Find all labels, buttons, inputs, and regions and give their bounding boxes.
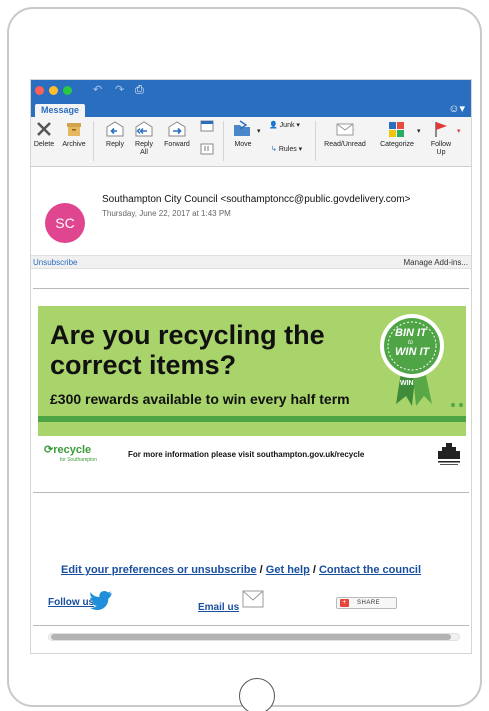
share-plus-icon: + bbox=[340, 599, 349, 607]
delete-label: Delete bbox=[33, 141, 55, 148]
move-button[interactable]: Move bbox=[229, 119, 257, 149]
share-label: SHARE bbox=[357, 600, 381, 606]
tab-message[interactable]: Message bbox=[35, 104, 86, 118]
print-icon[interactable]: ⎙ bbox=[135, 83, 144, 97]
rules-icon: ↳ bbox=[271, 146, 277, 153]
categorize-button[interactable]: Categorize bbox=[374, 119, 420, 149]
bin-it-win-it-badge-icon: WIN bbox=[380, 314, 444, 406]
get-help-link[interactable]: Get help bbox=[266, 564, 310, 576]
meeting-reply-icon bbox=[200, 120, 214, 132]
banner-headline-line1: Are you recycling the bbox=[50, 320, 325, 350]
divider bbox=[33, 492, 469, 493]
more-info-text: For more information please visit southa… bbox=[128, 450, 365, 459]
rules-button[interactable]: ↳ Rules ▾ bbox=[271, 145, 302, 153]
meeting-button[interactable] bbox=[197, 119, 217, 135]
redo-icon[interactable]: ↷ bbox=[115, 83, 124, 97]
link-separator: / bbox=[256, 564, 266, 576]
message-date: Thursday, June 22, 2017 at 1:43 PM bbox=[102, 209, 231, 218]
reply-all-label: Reply All bbox=[135, 141, 153, 156]
attachment-icon bbox=[200, 143, 214, 155]
banner-stripe bbox=[38, 416, 466, 422]
follow-up-button[interactable]: Follow Up bbox=[426, 119, 456, 157]
decorative-dot bbox=[451, 403, 455, 407]
follow-us-link[interactable]: Follow us bbox=[48, 597, 94, 608]
archive-button[interactable]: Archive bbox=[59, 119, 89, 149]
recycle-arrow-icon: ⟳ bbox=[44, 444, 54, 456]
email-envelope-icon[interactable] bbox=[242, 589, 264, 609]
feedback-smiley-icon[interactable]: ☺▾ bbox=[448, 102, 465, 115]
move-label: Move bbox=[234, 141, 252, 148]
recycle-logo-subtitle: for Southampton bbox=[60, 457, 97, 463]
mail-window: ↶ ↷ ⎙ Message ☺▾ Delete Archive Reply Re… bbox=[30, 79, 472, 654]
categorize-label: Categorize bbox=[380, 141, 414, 148]
undo-icon[interactable]: ↶ bbox=[93, 83, 102, 97]
junk-icon: 👤 bbox=[269, 122, 278, 129]
decorative-dot bbox=[459, 403, 463, 407]
delete-icon bbox=[37, 122, 51, 136]
close-window-button[interactable] bbox=[35, 86, 44, 95]
council-crest-icon bbox=[438, 443, 460, 465]
reply-all-button[interactable]: Reply All bbox=[131, 119, 157, 157]
minimize-window-button[interactable] bbox=[49, 86, 58, 95]
twitter-bird-icon[interactable] bbox=[90, 590, 114, 610]
follow-up-dropdown-icon[interactable]: ▾ bbox=[457, 127, 461, 135]
zoom-window-button[interactable] bbox=[63, 86, 72, 95]
reply-button[interactable]: Reply bbox=[103, 119, 127, 149]
ribbon: Delete Archive Reply Reply All Forward M… bbox=[31, 117, 471, 167]
manage-addins-button[interactable]: Manage Add-ins... bbox=[404, 258, 468, 267]
contact-council-link[interactable]: Contact the council bbox=[319, 564, 421, 576]
banner-rewards-text: £300 rewards available to win every half… bbox=[50, 391, 350, 407]
flag-icon bbox=[435, 122, 447, 137]
archive-label: Archive bbox=[62, 141, 86, 148]
forward-icon bbox=[168, 121, 186, 137]
junk-label: Junk ▾ bbox=[279, 122, 300, 129]
recycling-banner-image[interactable]: Are you recycling the correct items? £30… bbox=[38, 306, 466, 436]
forward-label: Forward bbox=[164, 141, 190, 148]
title-bar: ↶ ↷ ⎙ bbox=[31, 80, 471, 101]
delete-button[interactable]: Delete bbox=[31, 119, 57, 149]
attachment-button[interactable] bbox=[197, 143, 217, 155]
divider bbox=[33, 625, 469, 626]
categorize-dropdown-icon[interactable]: ▾ bbox=[417, 127, 421, 135]
banner-footer: ⟳recycle for Southampton For more inform… bbox=[38, 436, 466, 473]
divider bbox=[33, 288, 469, 289]
junk-button[interactable]: 👤 Junk ▾ bbox=[269, 121, 300, 129]
reply-all-icon bbox=[135, 121, 153, 137]
badge-win-text: WIN IT bbox=[395, 346, 430, 358]
footer-links: Edit your preferences or unsubscribe / G… bbox=[61, 564, 421, 576]
edit-preferences-link[interactable]: Edit your preferences or unsubscribe bbox=[61, 564, 257, 576]
info-bar: Unsubscribe Manage Add-ins... bbox=[31, 255, 471, 269]
ribbon-separator bbox=[315, 121, 316, 161]
reply-icon bbox=[106, 121, 124, 137]
ribbon-separator bbox=[93, 121, 94, 161]
categorize-icon bbox=[389, 122, 404, 137]
unsubscribe-link[interactable]: Unsubscribe bbox=[33, 258, 77, 267]
badge-bin-text: BIN IT bbox=[395, 327, 427, 339]
sender-name[interactable]: Southampton City Council <southamptoncc@… bbox=[102, 194, 410, 205]
recycle-logo-text: recycle bbox=[53, 444, 92, 456]
sender-avatar: SC bbox=[45, 203, 85, 243]
home-button[interactable] bbox=[239, 678, 275, 711]
ribbon-separator bbox=[223, 121, 224, 161]
move-dropdown-icon[interactable]: ▾ bbox=[257, 127, 261, 135]
move-folder-icon bbox=[234, 120, 250, 136]
ribbon-tab-row: Message ☺▾ bbox=[31, 101, 471, 118]
rules-label: Rules ▾ bbox=[278, 146, 303, 153]
forward-button[interactable]: Forward bbox=[161, 119, 193, 149]
read-unread-button[interactable]: Read/Unread bbox=[318, 119, 372, 149]
follow-up-label: Follow Up bbox=[430, 141, 452, 156]
share-button[interactable]: + SHARE bbox=[336, 597, 397, 609]
envelope-icon bbox=[336, 123, 354, 136]
link-separator: / bbox=[309, 564, 319, 576]
reply-label: Reply bbox=[106, 141, 124, 148]
recycle-logo: ⟳recycle bbox=[44, 443, 91, 456]
email-us-link[interactable]: Email us bbox=[198, 602, 239, 613]
read-unread-label: Read/Unread bbox=[324, 141, 366, 148]
horizontal-scrollbar-thumb[interactable] bbox=[51, 634, 451, 640]
archive-icon bbox=[67, 123, 81, 136]
banner-headline-line2: correct items? bbox=[50, 350, 237, 380]
svg-text:WIN: WIN bbox=[400, 380, 414, 387]
